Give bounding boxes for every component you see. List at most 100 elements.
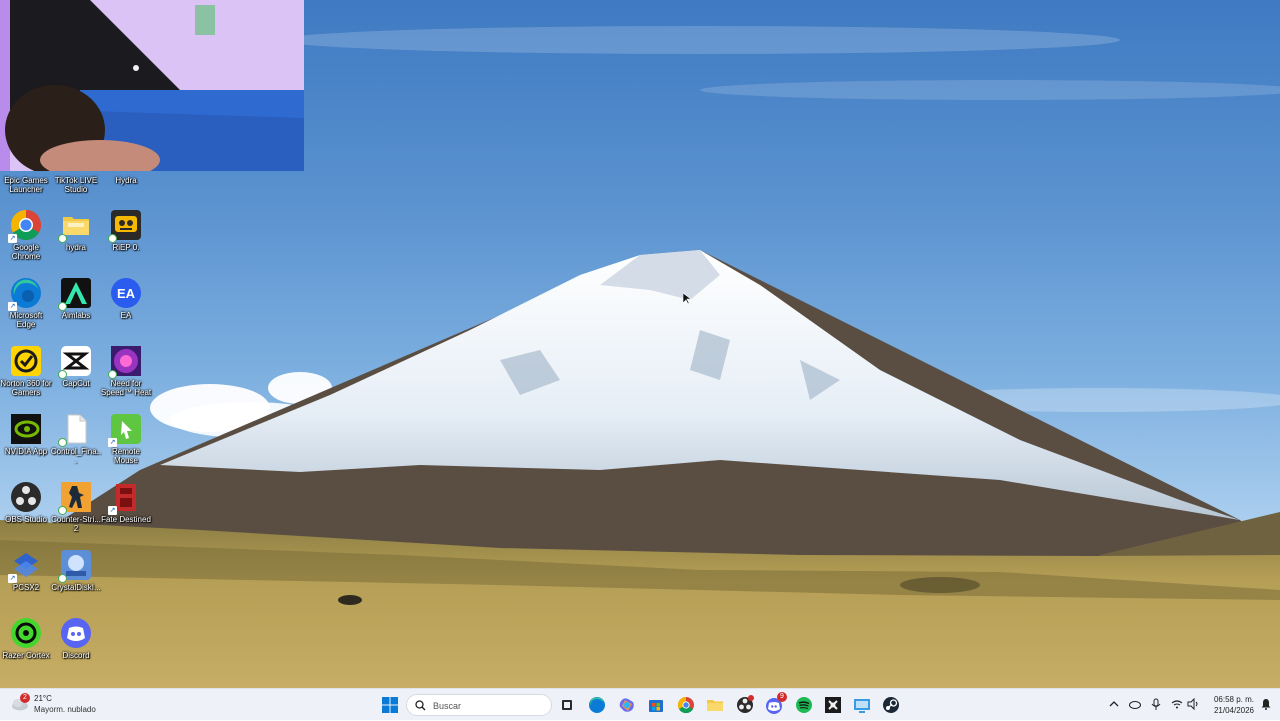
screen-icon (854, 699, 870, 713)
edge-icon: ↗ (8, 277, 42, 311)
desktop-icon-label: Microsoft Edge (9, 311, 43, 329)
taskbar-game[interactable] (822, 694, 844, 716)
taskbar-copilot[interactable] (616, 694, 638, 716)
spotify-icon (796, 697, 812, 713)
task-view-button[interactable] (556, 694, 578, 716)
steam-icon (883, 697, 899, 713)
desktop-icon-label: Epic Games Launcher (4, 176, 48, 194)
desktop-icon-label: Norton 360 for Gamers (0, 379, 52, 397)
fate-destined-icon: ↗ (108, 481, 142, 515)
desktop-icon-label: Control_Fina... (50, 447, 102, 465)
desktop-icon-aimlabs[interactable]: Aimlabs (50, 277, 102, 320)
onedrive-icon[interactable] (1128, 697, 1142, 711)
desktop-icon-norton[interactable]: Norton 360 for Gamers (0, 345, 52, 397)
aimlabs-icon (58, 277, 92, 311)
nfs-heat-icon (108, 345, 142, 379)
windows-start-icon (382, 697, 398, 713)
game-icon (825, 697, 841, 713)
desktop-icon-nvidia-app[interactable]: NVIDIA App (0, 413, 52, 456)
desktop-icon-epic-games[interactable]: Epic Games Launcher (0, 176, 52, 194)
desktop-icon-label: hydra (65, 243, 86, 252)
desktop-icon-google-chrome[interactable]: ↗ Google Chrome (0, 209, 52, 261)
file-icon (58, 413, 92, 447)
chevron-up-icon[interactable] (1107, 697, 1121, 711)
chrome-icon (677, 696, 694, 714)
search-icon (415, 700, 426, 711)
wifi-icon[interactable] (1170, 697, 1184, 711)
crystaldisk-icon (58, 549, 92, 583)
desktop-icon-capcut[interactable]: CapCut (50, 345, 102, 388)
speaker-icon[interactable] (1186, 697, 1200, 711)
desktop-icon-obs-studio[interactable]: OBS Studio (0, 481, 52, 524)
remote-mouse-icon: ↗ (108, 413, 142, 447)
desktop-icon-pcsx2[interactable]: ↗ PCSX2 (0, 549, 52, 592)
taskbar-search[interactable] (406, 694, 552, 716)
weather-alert-badge: 2 (20, 693, 30, 703)
clock-date: 21/04/2026 (1213, 706, 1254, 715)
clock-time: 06:58 p. m. (1213, 695, 1254, 704)
desktop-icon-discord[interactable]: Discord (50, 617, 102, 660)
copilot-icon (619, 698, 634, 712)
desktop-icon-control-file[interactable]: Control_Fina... (50, 413, 102, 465)
taskbar-spotify[interactable] (793, 694, 815, 716)
desktop-icon-label: Fate Destined (101, 515, 151, 524)
desktop-icon-label: Discord (62, 651, 90, 660)
weather-condition: Mayorm. nublado (34, 705, 96, 714)
store-icon (649, 700, 663, 712)
start-button[interactable] (379, 694, 401, 716)
taskbar-steam[interactable] (880, 694, 902, 716)
desktop-icon-microsoft-edge[interactable]: ↗ Microsoft Edge (0, 277, 52, 329)
desktop-icon-label: Remote Mouse (111, 447, 140, 465)
desktop-icon-razer-cortex[interactable]: Razer Cortex (0, 617, 52, 660)
edge-icon (589, 697, 605, 713)
desktop-icon-ea[interactable]: EA EA (100, 277, 152, 320)
ea-icon: EA (110, 277, 142, 309)
weather-temperature: 21°C (34, 694, 52, 703)
system-clock[interactable]: 06:58 p. m. 21/04/2026 (1214, 694, 1254, 716)
desktop-icon-hydra[interactable]: Hydra (100, 176, 152, 185)
search-input[interactable] (431, 697, 545, 715)
desktop-icon-label: Need for Speed™ Heat (100, 379, 152, 397)
task-view-icon (562, 700, 572, 710)
desktop-icon-label: RiEP 0. (112, 243, 140, 252)
nvidia-icon (10, 413, 42, 445)
desktop-icon-label: Counter-Stri... 2 (51, 515, 101, 533)
desktop-icon-tiktok-live[interactable]: TikTok LIVE Studio (50, 176, 102, 194)
riep-icon (108, 209, 142, 243)
desktop-icon-riep[interactable]: RiEP 0. (100, 209, 152, 252)
norton-icon (10, 345, 42, 377)
razer-cortex-icon (10, 617, 42, 649)
desktop-icon-label: CapCut (62, 379, 90, 388)
desktop-icon-label: PCSX2 (12, 583, 40, 592)
desktop-icon-nfs-heat[interactable]: Need for Speed™ Heat (100, 345, 152, 397)
taskbar-obs[interactable] (734, 694, 756, 716)
desktop-icon-crystaldisk[interactable]: CrystalDiskI... (50, 549, 102, 592)
taskbar-screen-app[interactable] (851, 694, 873, 716)
taskbar: 2 21°C Mayorm. nublado Buscar 9 06:58 p.… (0, 688, 1280, 720)
desktop-icon-hydra-folder[interactable]: hydra (50, 209, 102, 252)
desktop-icon-label: OBS Studio (5, 515, 47, 524)
desktop-icon-label: Hydra (115, 176, 137, 185)
taskbar-store[interactable] (645, 694, 667, 716)
desktop-icon-fate-destined[interactable]: ↗ Fate Destined (100, 481, 152, 524)
webcam-overlay (0, 0, 304, 171)
desktop-icon-label: Google Chrome (11, 243, 41, 261)
taskbar-edge[interactable] (586, 694, 608, 716)
file-explorer-icon (707, 700, 723, 711)
desktop-icon-counter-strike[interactable]: Counter-Stri... 2 (50, 481, 102, 533)
mouse-cursor-icon (683, 293, 691, 305)
discord-icon (60, 617, 92, 649)
desktop-icon-label: NVIDIA App (4, 447, 48, 456)
desktop-icon-remote-mouse[interactable]: ↗ Remote Mouse (100, 413, 152, 465)
obs-icon (10, 481, 42, 513)
discord-notification-badge: 9 (777, 692, 787, 702)
notification-bell-icon[interactable] (1260, 698, 1272, 710)
capcut-icon (58, 345, 92, 379)
microphone-icon[interactable] (1149, 697, 1163, 711)
taskbar-discord[interactable]: 9 (764, 692, 787, 716)
taskbar-file-explorer[interactable] (704, 694, 726, 716)
taskbar-chrome[interactable] (675, 694, 697, 716)
desktop-icon-label: EA (120, 311, 132, 320)
obs-icon (737, 695, 754, 713)
chrome-icon: ↗ (8, 209, 42, 243)
